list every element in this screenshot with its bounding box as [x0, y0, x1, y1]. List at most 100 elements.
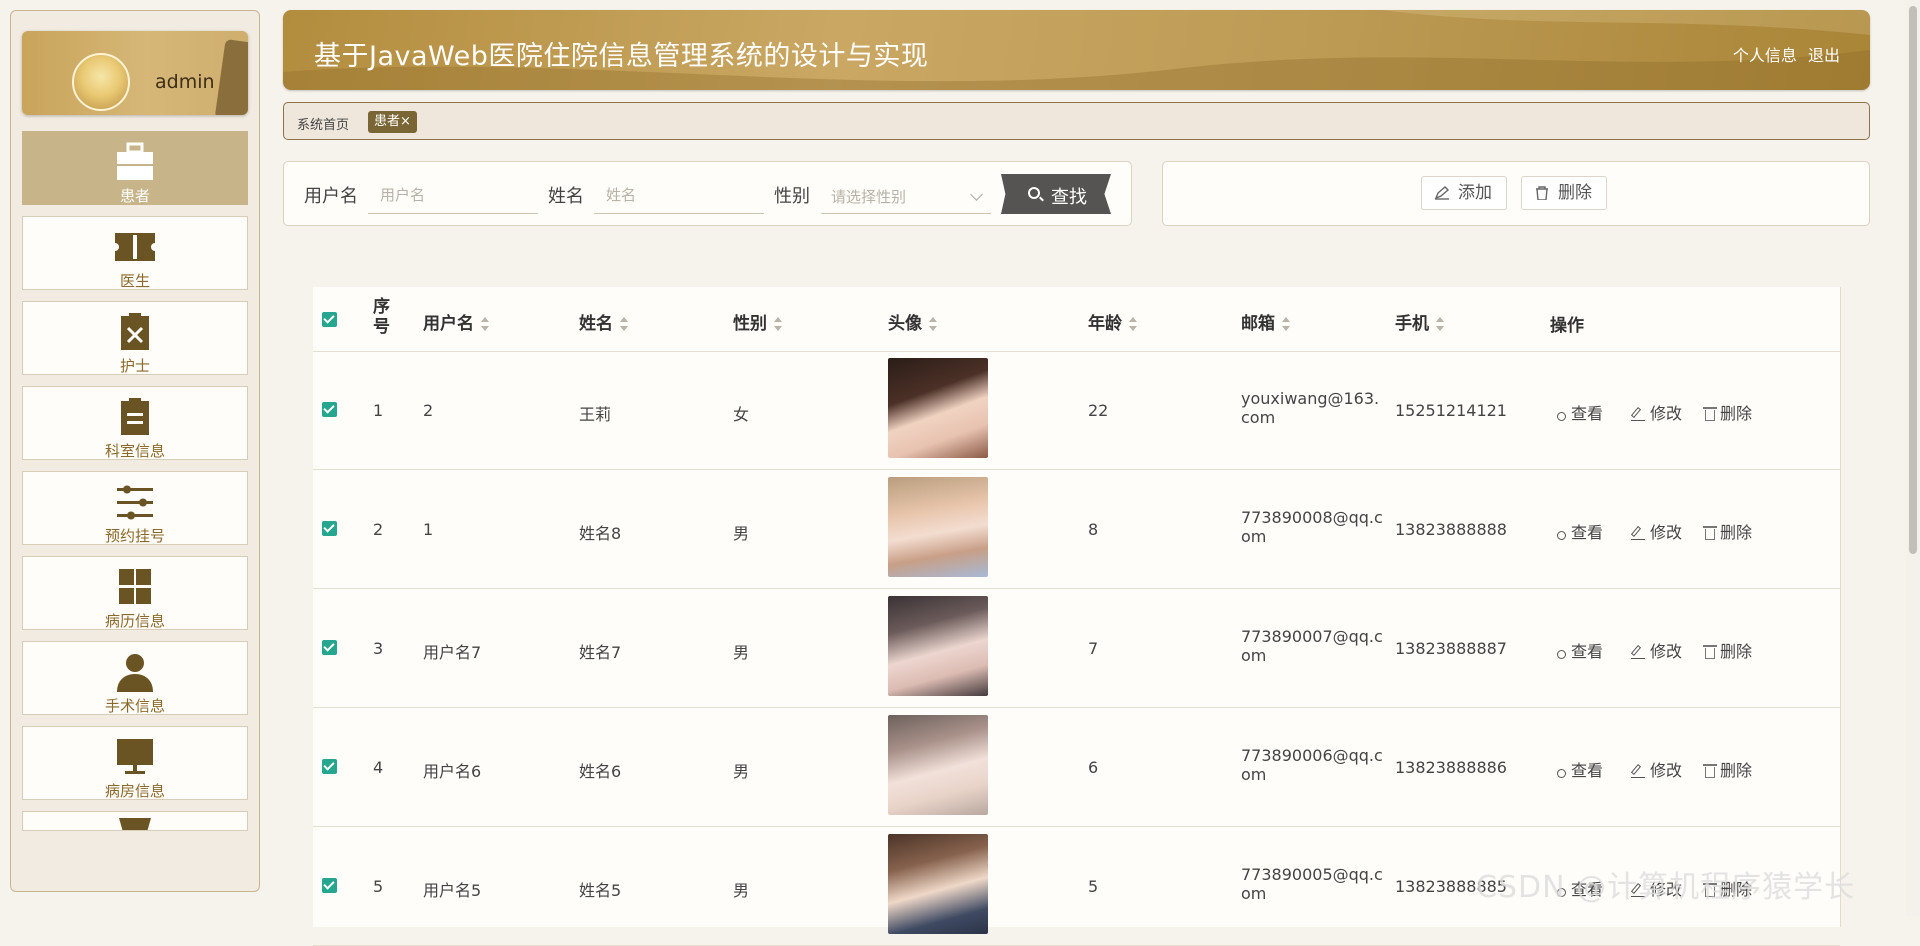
edit-button[interactable]: 修改 — [1631, 757, 1682, 781]
sidebar-item-nurses[interactable]: 护士 — [22, 301, 248, 375]
user-card[interactable]: admin — [22, 31, 248, 115]
scrollbar-thumb[interactable] — [1909, 6, 1917, 554]
row-delete-button[interactable]: 删除 — [1703, 400, 1753, 424]
name-filter-input[interactable] — [594, 176, 764, 214]
cell-name: 姓名7 — [579, 643, 622, 662]
trash-icon — [1703, 407, 1717, 421]
ticket-icon — [115, 233, 155, 261]
row-checkbox[interactable] — [322, 759, 337, 774]
sidebar-item-records[interactable]: 病历信息 — [22, 556, 248, 630]
sidebar-item-surgeries[interactable]: 手术信息 — [22, 641, 248, 715]
col-username-header[interactable]: 用户名 — [423, 309, 490, 334]
col-index-header: 序号 — [373, 297, 390, 337]
header-links: 个人信息 退出 — [1727, 42, 1840, 66]
sort-icon[interactable] — [1435, 317, 1445, 331]
sidebar-item-patients[interactable]: 患者 — [22, 131, 248, 205]
cell-email-line1: 773890006@qq.c — [1241, 746, 1383, 765]
row-checkbox[interactable] — [322, 878, 337, 893]
add-button-label: 添加 — [1458, 183, 1492, 203]
sort-icon[interactable] — [619, 317, 629, 331]
gender-filter-placeholder: 请选择性别 — [831, 188, 907, 206]
delete-button[interactable]: 删除 — [1521, 176, 1607, 210]
edit-label: 修改 — [1650, 404, 1683, 423]
sidebar-item-doctors[interactable]: 医生 — [22, 216, 248, 290]
cell-gender: 男 — [733, 762, 750, 781]
search-panel: 用户名 姓名 性别 请选择性别 查找 — [283, 161, 1132, 226]
row-checkbox[interactable] — [322, 640, 337, 655]
breadcrumb-home[interactable]: 系统首页 — [297, 114, 349, 133]
breadcrumb-current-tab[interactable]: 患者× — [368, 111, 417, 133]
sidebar-item-more[interactable] — [22, 811, 248, 831]
col-avatar-label: 头像 — [888, 314, 922, 334]
edit-icon — [1631, 763, 1645, 778]
cell-username: 1 — [423, 520, 434, 539]
sidebar-item-appointments[interactable]: 预约挂号 — [22, 471, 248, 545]
watermark: CSDN @计算机程序猿学长 — [1476, 870, 1856, 905]
table-row: 4 用户名6 姓名6 男 6 773890006@qq.c om 13823888… — [313, 708, 1840, 827]
row-delete-button[interactable]: 删除 — [1703, 757, 1753, 781]
username-filter-label: 用户名 — [304, 186, 358, 207]
view-button[interactable]: 查看 — [1557, 519, 1603, 543]
cell-username: 2 — [423, 401, 434, 420]
col-email-header[interactable]: 邮箱 — [1241, 309, 1291, 334]
view-button[interactable]: 查看 — [1557, 757, 1603, 781]
page-scrollbar[interactable] — [1906, 0, 1920, 916]
sidebar-item-label: 科室信息 — [104, 442, 165, 460]
avatar-photo — [888, 834, 988, 934]
gender-filter-select[interactable]: 请选择性别 — [821, 176, 991, 214]
add-button[interactable]: 添加 — [1421, 176, 1507, 210]
col-avatar-header[interactable]: 头像 — [888, 309, 938, 334]
logout-link[interactable]: 退出 — [1808, 46, 1840, 65]
select-all-checkbox[interactable] — [322, 312, 337, 327]
cell-username: 用户名5 — [423, 881, 482, 900]
edit-button[interactable]: 修改 — [1631, 519, 1682, 543]
name-filter-label: 姓名 — [548, 186, 584, 207]
table-row: 2 1 姓名8 男 8 773890008@qq.c om 13823888888… — [313, 470, 1840, 589]
sidebar-item-wards[interactable]: 病房信息 — [22, 726, 248, 800]
view-button[interactable]: 查看 — [1557, 400, 1603, 424]
username-filter-input[interactable] — [368, 176, 538, 214]
search-button[interactable]: 查找 — [1001, 174, 1111, 214]
edit-button[interactable]: 修改 — [1631, 638, 1682, 662]
table-row: 3 用户名7 姓名7 男 7 773890007@qq.c om 13823888… — [313, 589, 1840, 708]
sort-icon[interactable] — [773, 317, 783, 331]
sort-icon[interactable] — [480, 317, 490, 331]
sidebar-item-label: 手术信息 — [104, 697, 165, 715]
col-gender-label: 性别 — [733, 314, 767, 334]
row-delete-button[interactable]: 删除 — [1703, 638, 1752, 662]
edit-icon — [1434, 186, 1450, 200]
trash-icon — [1703, 526, 1717, 540]
view-button[interactable]: 查看 — [1557, 638, 1603, 662]
cell-email-line2: om — [1241, 646, 1267, 665]
sort-icon[interactable] — [1281, 317, 1291, 331]
table-row: 1 2 王莉 女 22 youxiwang@163. com 1525121412… — [313, 351, 1840, 470]
cell-index: 2 — [373, 520, 384, 539]
view-label: 查看 — [1571, 642, 1604, 661]
delete-label: 删除 — [1720, 761, 1753, 780]
row-delete-button[interactable]: 删除 — [1703, 519, 1753, 543]
sidebar-item-label: 护士 — [119, 357, 150, 375]
row-checkbox[interactable] — [322, 521, 337, 536]
cell-email-line1: 773890007@qq.c — [1241, 627, 1383, 646]
delete-label: 删除 — [1720, 523, 1753, 542]
cell-index: 5 — [373, 877, 384, 896]
cell-email: 773890008@qq.c om — [1241, 508, 1383, 546]
cell-gender: 女 — [733, 405, 750, 424]
avatar-photo — [888, 477, 988, 577]
col-name-header[interactable]: 姓名 — [579, 309, 629, 334]
edit-icon — [1631, 644, 1645, 659]
cell-email: 773890006@qq.c om — [1241, 746, 1383, 784]
col-age-header[interactable]: 年龄 — [1088, 309, 1138, 334]
edit-button[interactable]: 修改 — [1631, 400, 1682, 424]
delete-label: 删除 — [1720, 404, 1753, 423]
cell-gender: 男 — [733, 643, 750, 662]
profile-link[interactable]: 个人信息 — [1733, 46, 1797, 65]
sort-icon[interactable] — [928, 317, 938, 331]
col-gender-header[interactable]: 性别 — [733, 309, 783, 334]
cell-email-line2: om — [1241, 765, 1267, 784]
row-checkbox[interactable] — [322, 402, 337, 417]
sort-icon[interactable] — [1128, 317, 1138, 331]
col-phone-header[interactable]: 手机 — [1395, 309, 1445, 334]
grid-icon — [119, 569, 151, 604]
sidebar-item-departments[interactable]: 科室信息 — [22, 386, 248, 460]
